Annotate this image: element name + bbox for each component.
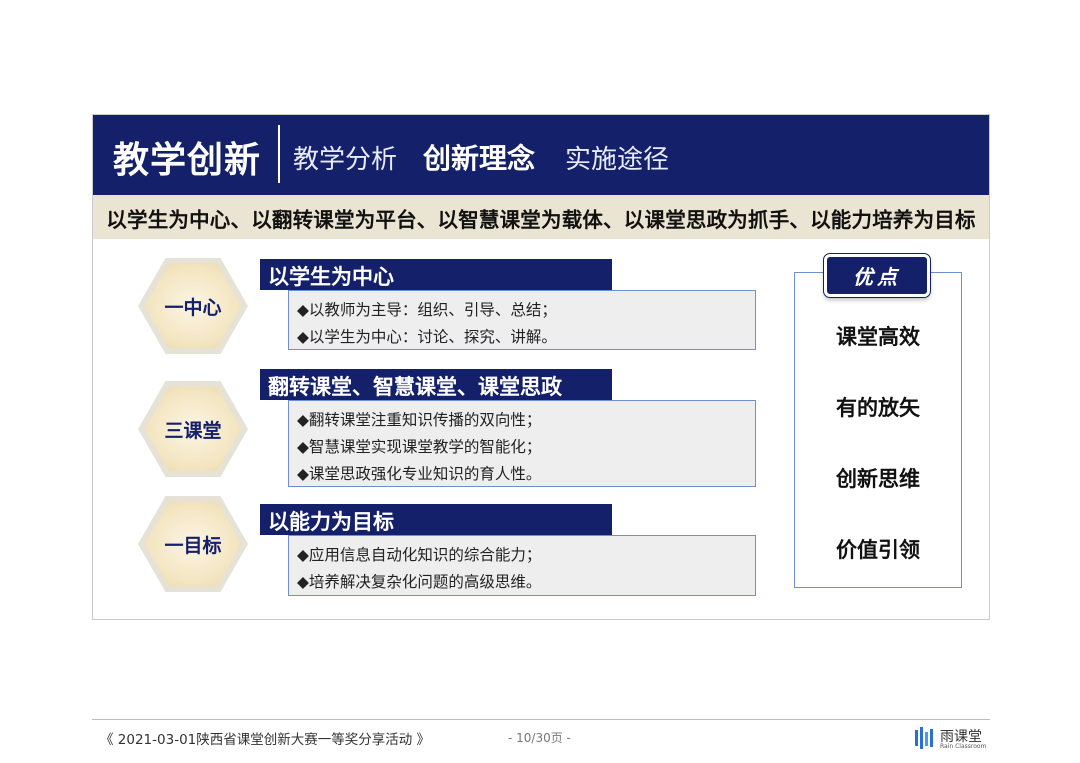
hexagon-badge: 一中心 [138,258,248,354]
advantage-item: 创新思维 [836,467,920,491]
slide: 教学创新 教学分析 创新理念 实施途径 以学生为中心、以翻转课堂为平台、以智慧课… [92,114,990,620]
hexagon-badge: 一目标 [138,496,248,592]
footer-event-title: 《 2021-03-01陕西省课堂创新大赛一等奖分享活动 》 [100,732,431,748]
rain-classroom-logo-icon [915,727,933,749]
tab-innovation-concept[interactable]: 创新理念 [423,137,535,177]
page-number: - 10/30页 - [508,731,571,745]
header-bar: 教学创新 教学分析 创新理念 实施途径 [93,115,989,195]
section-heading: 以学生为中心 [260,259,612,290]
advantage-item: 有的放矢 [836,396,920,420]
bullet-line: ◆培养解决复杂化问题的高级思维。 [297,573,542,591]
brand-subtitle: Rain Classroom [940,743,987,750]
advantage-item: 价值引领 [836,538,920,562]
bullet-line: ◆应用信息自动化知识的综合能力； [297,546,542,564]
bullet-line: ◆以教师为主导：组织、引导、总结； [297,301,557,319]
advantage-item: 课堂高效 [836,325,920,349]
brand-logo: 雨课堂 Rain Classroom [914,726,994,752]
section-content-box: ◆以教师为主导：组织、引导、总结； ◆以学生为中心：讨论、探究、讲解。 [288,290,756,350]
footer-divider [92,719,990,720]
section-content-box: ◆翻转课堂注重知识传播的双向性； ◆智慧课堂实现课堂教学的智能化； ◆课堂思政强… [288,400,756,487]
subtitle-bar: 以学生为中心、以翻转课堂为平台、以智慧课堂为载体、以课堂思政为抓手、以能力培养为… [93,195,989,239]
hexagon-badge: 三课堂 [138,381,248,477]
bullet-line: ◆翻转课堂注重知识传播的双向性； [297,411,542,429]
bullet-line: ◆智慧课堂实现课堂教学的智能化； [297,438,542,456]
hexagon-label: 一目标 [164,534,222,557]
advantages-badge-text: 优点 [853,265,901,289]
page-title: 教学创新 [113,140,262,181]
subtitle-text: 以学生为中心、以翻转课堂为平台、以智慧课堂为载体、以课堂思政为抓手、以能力培养为… [106,208,976,232]
header-divider [278,125,280,183]
section-heading-text: 以能力为目标 [268,510,394,534]
tab-teaching-analysis[interactable]: 教学分析 [293,139,397,176]
section-heading: 以能力为目标 [260,504,612,535]
section-heading-text: 翻转课堂、智慧课堂、课堂思政 [268,375,562,399]
tab-implementation-path[interactable]: 实施途径 [565,139,669,176]
section-heading: 翻转课堂、智慧课堂、课堂思政 [260,369,612,400]
section-content-box: ◆应用信息自动化知识的综合能力； ◆培养解决复杂化问题的高级思维。 [288,535,756,596]
section-heading-text: 以学生为中心 [268,265,394,289]
hexagon-label: 三课堂 [164,419,222,442]
advantages-badge: 优点 [824,254,930,297]
bullet-line: ◆以学生为中心：讨论、探究、讲解。 [297,328,557,346]
hexagon-label: 一中心 [164,296,222,319]
bullet-line: ◆课堂思政强化专业知识的育人性。 [297,465,542,483]
